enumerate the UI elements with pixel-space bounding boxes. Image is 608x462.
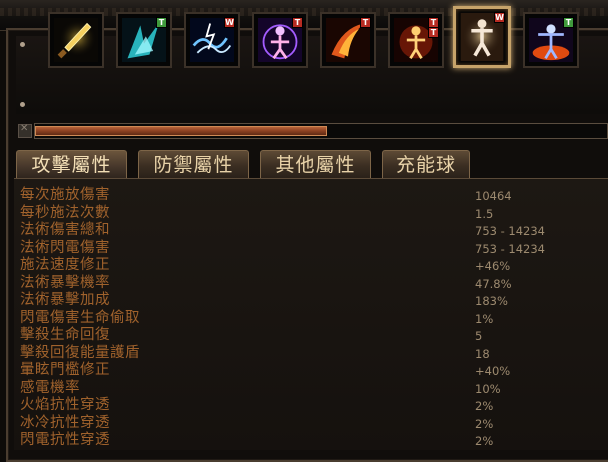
stat-value: 1.5 [475,206,494,221]
stat-row: 閃電抗性穿透 2% [14,432,608,449]
stat-value: 1% [475,311,494,326]
skill-bar [16,36,608,114]
support-gem-t: T [563,17,574,28]
stat-row: 法術暴擊加成 183% [14,292,608,309]
stat-label: 火焰抗性穿透 [20,397,110,413]
rivet [20,102,25,107]
stat-label: 暈眩門檻修正 [20,362,110,378]
support-gem-t: T [156,17,167,28]
stat-label: 閃電傷害生命偷取 [20,309,140,326]
stat-label: 擊殺生命回復 [20,327,110,343]
rivet [20,42,25,47]
tab-offense[interactable]: 攻擊屬性 [16,150,127,178]
stats-panel: 每次施放傷害 10464 每秒施法次數 1.5 法術傷害總和 753 - 14234 … [14,178,608,450]
stat-label: 每秒施法次數 [20,204,110,221]
stat-value: 47.8% [475,276,512,291]
stat-value: 2% [475,399,494,413]
stat-value: 18 [475,346,490,361]
skill-slot-3[interactable]: W [184,12,240,68]
stat-value: 2% [475,416,494,431]
stat-label: 法術閃電傷害 [20,239,110,256]
stat-value: +46% [475,259,511,273]
stat-row: 每次施放傷害 10464 [14,187,608,204]
stat-row: 暈眩門檻修正 +40% [14,362,608,379]
support-gem-w: W [494,12,505,23]
stat-row: 冰冷抗性穿透 2% [14,415,608,432]
stat-row: 擊殺回復能量護盾 18 [14,345,608,362]
stat-row: 閃電傷害生命偷取 1% [14,310,608,327]
stat-value: 10% [475,381,501,396]
stat-label: 冰冷抗性穿透 [20,414,110,431]
stat-row: 每秒施法次數 1.5 [14,205,608,222]
support-gem-t: T [292,17,303,28]
scrollbar-thumb[interactable] [35,126,327,136]
stat-value: 10464 [475,189,512,203]
support-gem-t: T [428,27,439,38]
stat-value: 753 - 14234 [475,241,545,256]
stat-label: 擊殺回復能量護盾 [20,344,140,361]
stat-row: 感電機率 10% [14,380,608,397]
skill-slot-8[interactable]: T [523,12,579,68]
stat-row: 施法速度修正 +46% [14,257,608,274]
skill-slot-7-selected[interactable]: W [453,6,511,68]
support-gem-t: T [360,17,371,28]
stat-value: 2% [475,434,494,448]
stat-label: 閃電抗性穿透 [20,432,110,448]
stat-label: 法術暴擊加成 [20,292,110,308]
stat-label: 法術傷害總和 [20,222,110,238]
tab-charges[interactable]: 充能球 [382,150,470,178]
sword-icon [54,18,98,62]
stat-row: 火焰抗性穿透 2% [14,397,608,414]
skill-scrollbar[interactable] [34,123,608,139]
skill-slot-1[interactable] [48,12,104,68]
stat-label: 每次施放傷害 [20,187,110,203]
stat-label: 法術暴擊機率 [20,274,110,291]
skill-slot-2[interactable]: T [116,12,172,68]
stat-label: 施法速度修正 [20,257,110,273]
scroll-left-button[interactable] [18,123,32,138]
support-gem-w: W [224,17,235,28]
tab-misc[interactable]: 其他屬性 [260,150,371,178]
skill-slot-4[interactable]: T [252,12,308,68]
tab-defense[interactable]: 防禦屬性 [138,150,249,178]
stat-value: 5 [475,329,483,343]
stat-row: 擊殺生命回復 5 [14,327,608,344]
stat-label: 感電機率 [20,379,80,396]
skill-slot-6[interactable]: T T [388,12,444,68]
stat-value: 753 - 14234 [475,224,545,238]
stat-value: 183% [475,294,508,308]
stat-value: +40% [475,364,511,378]
skill-slot-5[interactable]: T [320,12,376,68]
stat-row: 法術閃電傷害 753 - 14234 [14,240,608,257]
stat-row: 法術暴擊機率 47.8% [14,275,608,292]
stat-row: 法術傷害總和 753 - 14234 [14,222,608,239]
